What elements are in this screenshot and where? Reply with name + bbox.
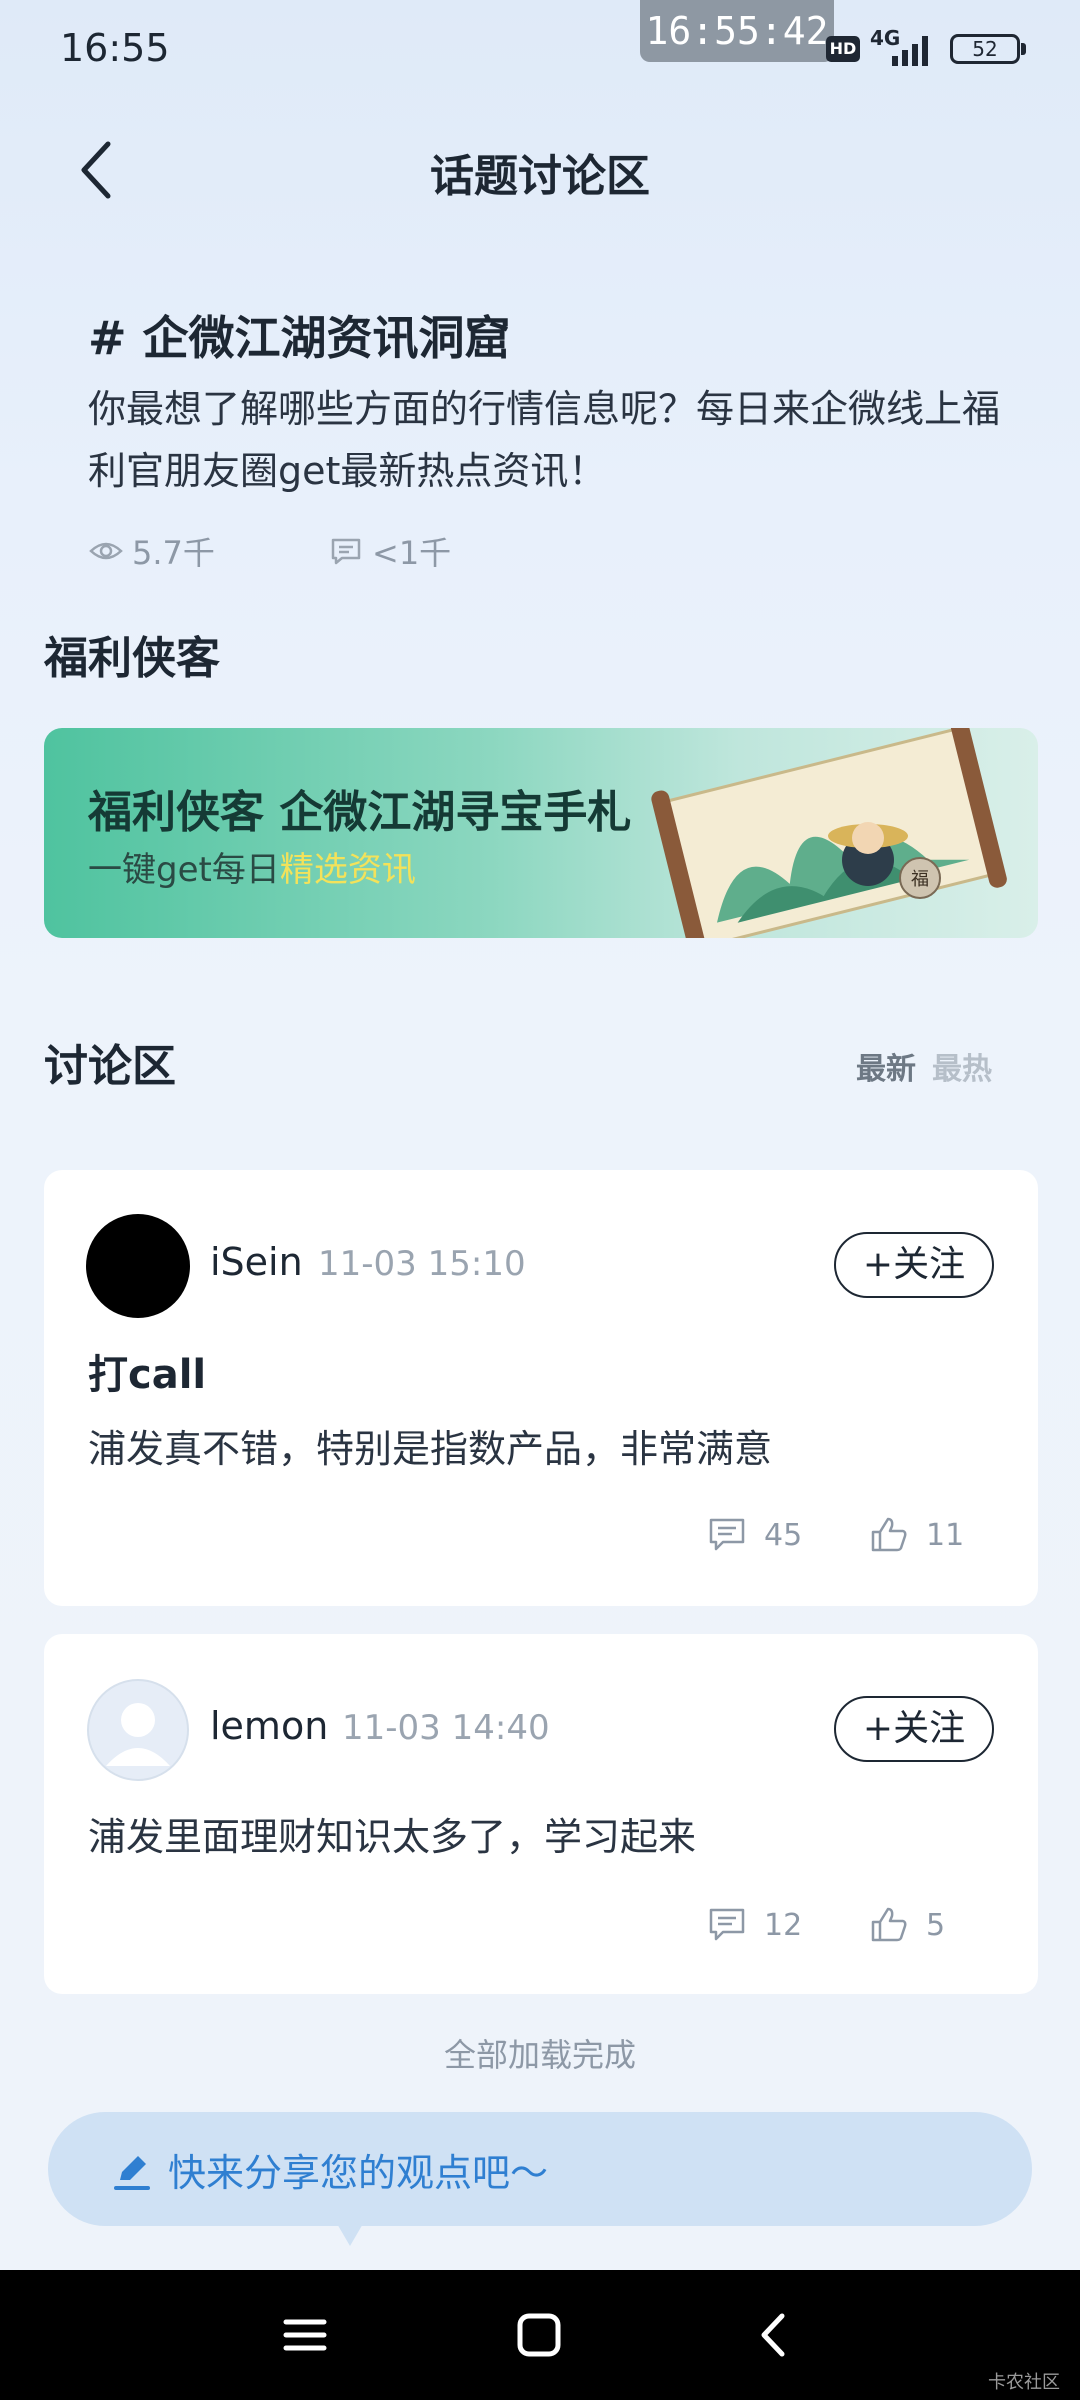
follow-button[interactable]: +关注 xyxy=(834,1232,994,1298)
comment-action[interactable]: 45 xyxy=(706,1514,802,1556)
status-bar-time: 16:55 xyxy=(60,26,170,70)
comment-count: 12 xyxy=(764,1907,803,1943)
views-stat: 5.7千 xyxy=(88,528,215,574)
comments-count: <1千 xyxy=(372,534,452,572)
edit-pen-icon xyxy=(114,2156,150,2190)
topic-title: # 企微江湖资讯洞窟 xyxy=(88,311,511,365)
comments-stat: <1千 xyxy=(328,528,451,574)
like-count: 11 xyxy=(926,1517,965,1553)
sort-newest-tab[interactable]: 最新 xyxy=(856,1044,916,1088)
post-body: 浦发里面理财知识太多了，学习起来 xyxy=(88,1815,697,1859)
banner-subtitle-prefix: 一键get每日 xyxy=(88,850,280,890)
share-opinion-input[interactable]: 快来分享您的观点吧～ xyxy=(48,2112,1032,2226)
like-count: 5 xyxy=(926,1907,946,1943)
screen-recorder-time: 16:55:42 xyxy=(640,0,834,62)
post-card[interactable]: iSein 11-03 15:10 +关注 打call 浦发真不错，特别是指数产… xyxy=(44,1170,1038,1606)
share-placeholder: 快来分享您的观点吧～ xyxy=(168,2151,549,2195)
post-time: 11-03 14:40 xyxy=(342,1708,550,1748)
promo-banner[interactable]: 福利侠客 企微江湖寻宝手札 一键get每日精选资讯 福 xyxy=(44,728,1038,938)
banner-subtitle-highlight: 精选资讯 xyxy=(279,850,416,890)
avatar[interactable] xyxy=(86,1214,190,1318)
comment-icon xyxy=(709,1518,745,1551)
like-action[interactable]: 11 xyxy=(868,1514,964,1556)
banner-subtitle: 一键get每日精选资讯 xyxy=(88,842,416,891)
promo-section-title: 福利侠客 xyxy=(44,633,220,684)
share-bubble-tail xyxy=(336,2222,364,2246)
comment-count: 45 xyxy=(764,1517,803,1553)
scroll-illustration: 福 xyxy=(651,728,1007,938)
default-avatar-icon[interactable] xyxy=(86,1678,190,1782)
like-action[interactable]: 5 xyxy=(868,1904,945,1946)
thumbs-up-icon xyxy=(871,1517,907,1552)
user-name[interactable]: lemon xyxy=(210,1704,328,1748)
thumbs-up-icon xyxy=(871,1907,907,1942)
hd-badge: HD xyxy=(826,36,860,62)
discussion-section-title: 讨论区 xyxy=(44,1041,176,1092)
battery-indicator: 52 xyxy=(950,34,1020,64)
views-count: 5.7千 xyxy=(132,534,215,572)
battery-tip xyxy=(1021,43,1026,55)
post-card[interactable]: lemon 11-03 14:40 +关注 浦发里面理财知识太多了，学习起来 1… xyxy=(44,1634,1038,1994)
user-name[interactable]: iSein xyxy=(210,1240,303,1284)
post-title: 打call xyxy=(88,1352,207,1398)
menu-icon[interactable] xyxy=(280,2310,330,2360)
watermark: 卡农社区 xyxy=(988,2372,1060,2393)
banner-title: 福利侠客 企微江湖寻宝手札 xyxy=(88,787,632,838)
post-time: 11-03 15:10 xyxy=(318,1244,526,1284)
page-title: 话题讨论区 xyxy=(430,151,650,202)
system-navigation-bar xyxy=(0,2270,1080,2400)
post-body: 浦发真不错，特别是指数产品，非常满意 xyxy=(88,1427,773,1471)
comment-icon xyxy=(709,1908,745,1941)
home-icon[interactable] xyxy=(514,2310,564,2360)
comment-icon xyxy=(331,538,361,565)
back-icon[interactable] xyxy=(748,2310,798,2360)
all-loaded-text: 全部加载完成 xyxy=(443,2036,636,2074)
comment-action[interactable]: 12 xyxy=(706,1904,802,1946)
seal-text: 福 xyxy=(911,869,929,890)
signal-icon xyxy=(892,36,928,66)
topic-description: 你最想了解哪些方面的行情信息呢？每日来企微线上福利官朋友圈get最新热点资讯！ xyxy=(88,387,1001,493)
eye-icon xyxy=(89,542,123,560)
sort-hottest-tab[interactable]: 最热 xyxy=(932,1044,992,1088)
follow-button[interactable]: +关注 xyxy=(834,1696,994,1762)
